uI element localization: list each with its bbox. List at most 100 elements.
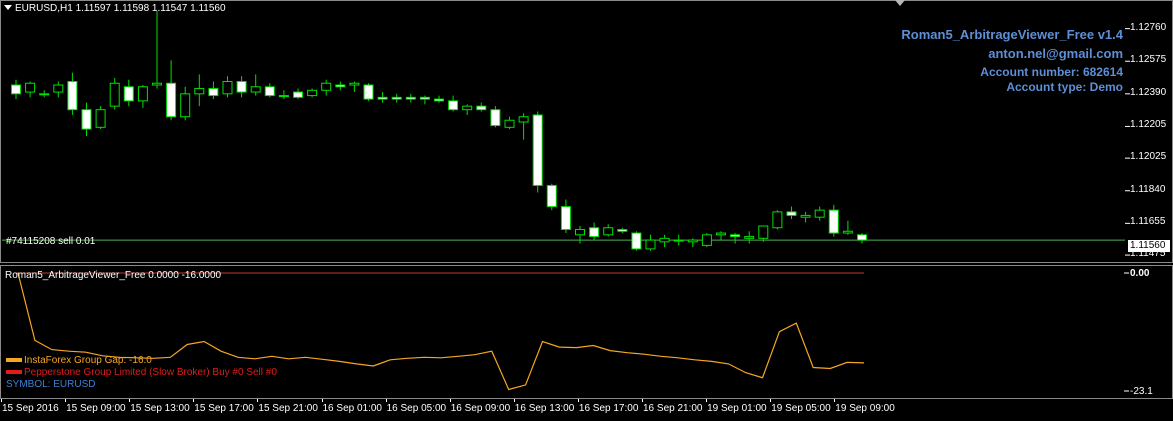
candle-bear — [490, 109, 501, 127]
time-tick — [65, 399, 67, 402]
chart-menu-triangle-icon[interactable] — [4, 5, 12, 10]
candle-bear — [434, 98, 444, 102]
candle-bull — [462, 105, 473, 111]
candle-bear — [293, 91, 303, 98]
time-axis-label: 19 Sep 09:00 — [835, 403, 895, 414]
candle-bull — [772, 211, 783, 229]
candle-bear — [11, 84, 21, 95]
time-axis-label: 16 Sep 17:00 — [578, 403, 639, 414]
candle-bear — [589, 227, 600, 238]
time-tick — [449, 399, 451, 402]
candle-bear — [363, 84, 374, 100]
candle-bull — [603, 227, 614, 236]
candle-bull — [575, 229, 585, 236]
candle-bear — [476, 105, 487, 111]
time-axis-label: 15 Sep 17:00 — [194, 403, 254, 414]
price-axis-label: 1.12760 — [1130, 21, 1167, 33]
time-axis-label: 19 Sep 05:00 — [771, 403, 831, 414]
candle-bear — [546, 184, 557, 208]
candle-bull — [137, 86, 148, 102]
candle-bull — [95, 109, 106, 128]
candle-bear — [730, 234, 741, 238]
candle-bull — [222, 80, 233, 95]
candle-bear — [419, 96, 430, 100]
candle-bull — [673, 239, 684, 242]
candle-bear — [631, 232, 642, 250]
candle-bear — [166, 82, 177, 118]
time-tick — [577, 399, 579, 402]
candle-bear — [81, 109, 92, 130]
candle-bull — [758, 225, 769, 239]
candle-bull — [53, 84, 64, 93]
account-number-text: Account number: 682614 — [980, 65, 1123, 79]
shift-marker-icon[interactable] — [895, 0, 905, 6]
candle-bull — [278, 95, 289, 98]
candle-bear — [67, 80, 78, 111]
candle-bear — [208, 88, 219, 97]
candle-bull — [842, 230, 853, 234]
candle-bull — [645, 239, 656, 250]
order-label[interactable]: #74115208 sell 0.01 — [6, 236, 95, 248]
price-axis-label: 1.12390 — [1130, 86, 1167, 98]
time-axis-label: 15 Sep 13:00 — [130, 403, 190, 414]
candle-bear — [123, 86, 134, 102]
time-tick — [642, 399, 643, 402]
candle-bull — [504, 119, 515, 128]
price-axis-label: 1.12025 — [1130, 151, 1167, 163]
indicator-chart[interactable] — [0, 265, 1173, 405]
candle-bear — [335, 84, 346, 88]
time-tick — [1, 399, 2, 402]
time-tick — [193, 399, 195, 402]
candle-bull — [518, 116, 529, 123]
indicator-axis-top: 0.00 — [1130, 268, 1150, 279]
candle-bull — [659, 237, 670, 243]
candle-bull — [307, 89, 318, 97]
time-tick — [706, 399, 708, 402]
candle-bull — [814, 209, 825, 218]
price-axis-label: 1.11655 — [1130, 216, 1166, 228]
time-axis-label: 16 Sep 09:00 — [450, 403, 511, 414]
legend-instaforex-text: InstaForex Group Gap: -16.0 — [24, 355, 152, 366]
candle-bear — [786, 211, 797, 216]
legend-instaforex: InstaForex Group Gap: -16.0 — [6, 355, 152, 367]
candle-bull — [321, 82, 332, 91]
indicator-axis-bottom: -23.1 — [1130, 386, 1153, 397]
legend-swatch-pepperstone — [6, 370, 22, 375]
candle-bull — [716, 232, 726, 236]
candle-bull — [194, 88, 205, 95]
legend-symbol: SYMBOL: EURUSD — [6, 379, 96, 390]
time-tick — [257, 399, 259, 402]
candle-bear — [857, 234, 867, 241]
time-axis-label: 16 Sep 21:00 — [643, 403, 703, 414]
candle-bull — [25, 82, 36, 93]
candle-bear — [405, 96, 416, 100]
candle-bull — [39, 93, 50, 96]
candle-bull — [152, 82, 162, 86]
legend-swatch-instaforex — [6, 358, 22, 363]
time-axis-label: 16 Sep 13:00 — [514, 403, 575, 414]
price-axis-label: 1.12575 — [1130, 54, 1167, 66]
time-axis-label: 16 Sep 05:00 — [386, 403, 447, 414]
candle-bear — [560, 206, 571, 231]
candle-bull — [701, 234, 712, 246]
price-axis-label: 1.11840 — [1130, 183, 1166, 195]
candle-bear — [391, 96, 402, 100]
candle-bear — [377, 96, 388, 100]
candle-bull — [180, 93, 191, 118]
indicator-title: Roman5_ArbitrageViewer_Free 0.0000 -16.0… — [5, 270, 222, 281]
author-email-text: anton.nel@gmail.com — [988, 46, 1123, 61]
time-tick — [770, 399, 772, 402]
candle-bull — [250, 86, 261, 93]
time-tick — [834, 399, 836, 402]
indicator-title-text: Roman5_ArbitrageViewer_Free v1.4 — [901, 27, 1123, 42]
symbol-header: EURUSD,H1 1.11597 1.11598 1.11547 1.1156… — [15, 3, 226, 14]
candle-bull — [109, 82, 120, 107]
time-tick — [129, 399, 131, 402]
time-tick — [513, 399, 515, 402]
time-axis-label: 16 Sep 01:00 — [322, 403, 383, 414]
candle-bear — [448, 100, 459, 111]
candle-bear — [532, 114, 543, 186]
candle-bear — [617, 229, 628, 232]
candle-bull — [800, 214, 811, 218]
time-axis-label: 19 Sep 01:00 — [707, 403, 767, 414]
